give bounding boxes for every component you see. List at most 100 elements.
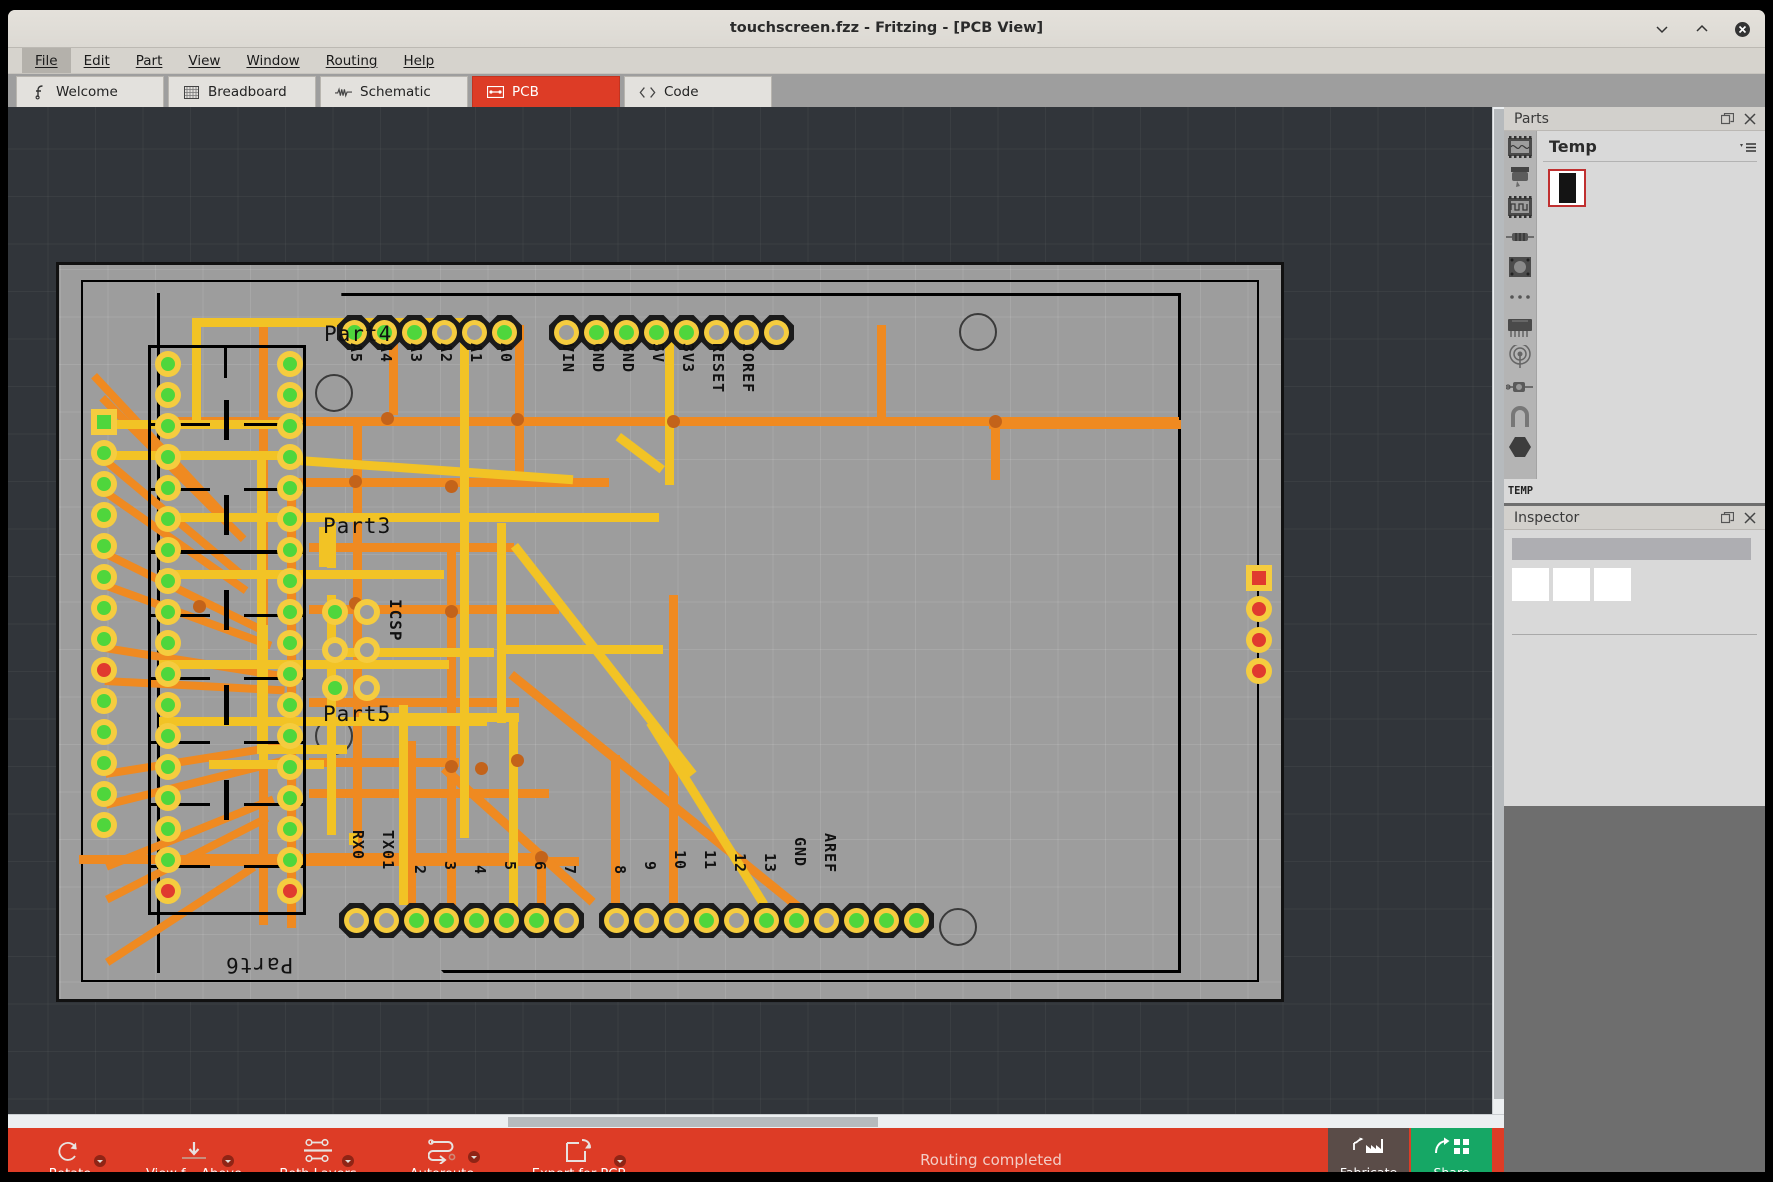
tab-breadboard[interactable]: Breadboard <box>168 76 316 107</box>
close-icon[interactable] <box>1742 111 1757 126</box>
float-panel-icon[interactable] <box>1720 111 1735 126</box>
inspector-preview-pcb[interactable] <box>1594 568 1631 601</box>
canvas-vertical-scrollbar[interactable] <box>1492 107 1504 1114</box>
menu-edit[interactable]: Edit <box>71 48 123 73</box>
antenna-icon[interactable] <box>1505 344 1535 370</box>
part-label-part3[interactable]: Part3 <box>323 514 391 538</box>
factory-icon <box>1352 1136 1386 1160</box>
maximize-button[interactable] <box>1691 18 1713 40</box>
pin-hole <box>559 913 574 928</box>
export-caret-icon[interactable] <box>614 1155 626 1167</box>
pin-label: VIN <box>559 343 577 373</box>
pin-label: 5 <box>501 861 519 871</box>
pin-label: 2 <box>411 865 429 875</box>
horizontal-scroll-thumb[interactable] <box>508 1117 878 1127</box>
inspector-preview-schematic[interactable] <box>1553 568 1590 601</box>
pin-label: 5V <box>649 343 667 363</box>
tab-schematic[interactable]: Schematic <box>320 76 468 107</box>
fritzing-f-icon <box>31 85 48 100</box>
export-for-pcb-button[interactable]: Export for PCB <box>504 1128 654 1172</box>
code-brackets-icon <box>639 85 656 100</box>
fabricate-button[interactable]: Fabricate <box>1328 1128 1409 1172</box>
menu-window-label: Window <box>246 53 299 69</box>
part-label-part4[interactable]: Part4 <box>324 322 392 346</box>
trace-segment <box>515 325 524 485</box>
pin-hole <box>97 477 111 491</box>
ic-chip-icon[interactable] <box>1505 134 1535 160</box>
close-icon[interactable] <box>1742 510 1757 525</box>
minimize-button[interactable] <box>1651 18 1673 40</box>
pin-hole <box>379 913 394 928</box>
pin-hole <box>909 913 924 928</box>
parts-panel: Parts <box>1504 107 1765 503</box>
trace-segment <box>309 543 514 552</box>
pushbutton-icon[interactable] <box>1505 254 1535 280</box>
pin-hole <box>97 725 111 739</box>
logic-ic-icon[interactable] <box>1505 194 1535 220</box>
float-panel-icon[interactable] <box>1720 510 1735 525</box>
pin-hole <box>97 694 111 708</box>
arch-icon[interactable] <box>1505 404 1535 430</box>
power-ic-icon[interactable] <box>1505 314 1535 340</box>
autoroute-button[interactable]: Autoroute <box>380 1128 504 1172</box>
autoroute-caret-icon[interactable] <box>468 1151 480 1163</box>
tab-breadboard-label: Breadboard <box>208 84 287 100</box>
hamburger-menu-icon[interactable] <box>1737 139 1757 158</box>
pin-hole <box>161 481 175 495</box>
canvas-horizontal-scrollbar[interactable] <box>8 1114 1504 1128</box>
inspector-panel-title: Inspector <box>1514 510 1713 526</box>
trace-junction <box>511 413 524 426</box>
pin-hole <box>283 388 297 402</box>
both-layers-caret-icon[interactable] <box>342 1155 354 1167</box>
hexagon-icon[interactable] <box>1505 434 1535 460</box>
vertical-scroll-thumb[interactable] <box>1494 109 1504 1099</box>
pin-hole <box>769 325 784 340</box>
pin-label: RESET <box>709 343 727 393</box>
menu-file[interactable]: File <box>22 48 71 73</box>
pcb-board[interactable]: A5 A4 A3 A2 <box>56 262 1284 1002</box>
rotate-caret-icon[interactable] <box>94 1155 106 1167</box>
part-label-part6[interactable]: Part6 <box>225 953 293 977</box>
part-label-part5[interactable]: Part5 <box>323 702 391 726</box>
pcb-canvas[interactable]: fritzing <box>8 107 1504 1114</box>
breadboard-grid-icon <box>183 85 200 100</box>
trace-segment <box>407 741 416 921</box>
inspector-preview-breadboard[interactable] <box>1512 568 1549 601</box>
ellipsis-icon[interactable] <box>1505 284 1535 310</box>
pin-hole <box>739 325 754 340</box>
connector-icon[interactable] <box>1505 164 1535 190</box>
menu-view[interactable]: View <box>175 48 233 73</box>
inspector-title-field[interactable] <box>1512 538 1751 560</box>
view-from-caret-icon[interactable] <box>222 1155 234 1167</box>
rotate-button[interactable]: Rotate <box>8 1128 132 1172</box>
routing-status-text: Routing completed <box>654 1151 1328 1169</box>
tab-welcome[interactable]: Welcome <box>16 76 164 107</box>
menu-part[interactable]: Part <box>123 48 176 73</box>
temp-part-swatch[interactable] <box>1548 169 1586 207</box>
pin-hole <box>161 791 175 805</box>
close-button[interactable] <box>1731 18 1753 40</box>
pin-hole <box>879 913 894 928</box>
pin-hole-unrouted <box>1252 633 1266 647</box>
menu-routing[interactable]: Routing <box>313 48 391 73</box>
tab-pcb[interactable]: PCB <box>472 76 620 107</box>
menu-help[interactable]: Help <box>390 48 447 73</box>
pin-label: GND <box>791 837 809 867</box>
view-from-button[interactable]: View f... Above <box>132 1128 256 1172</box>
share-label: Share <box>1433 1165 1469 1173</box>
menu-window[interactable]: Window <box>233 48 312 73</box>
pin-hole <box>729 913 744 928</box>
pin-hole <box>669 913 684 928</box>
pin-hole <box>283 760 297 774</box>
menu-file-label: File <box>35 53 58 69</box>
motor-icon[interactable] <box>1505 374 1535 400</box>
trace-segment <box>989 420 1181 429</box>
pin-hole-unrouted <box>1252 664 1266 678</box>
trace-junction <box>667 415 680 428</box>
resistor-icon[interactable] <box>1505 224 1535 250</box>
both-layers-button[interactable]: Both Layers <box>256 1128 380 1172</box>
trace-junction <box>475 762 488 775</box>
part-chip-thumbnail <box>1559 173 1576 203</box>
share-button[interactable]: Share <box>1411 1128 1492 1172</box>
tab-code[interactable]: Code <box>624 76 772 107</box>
